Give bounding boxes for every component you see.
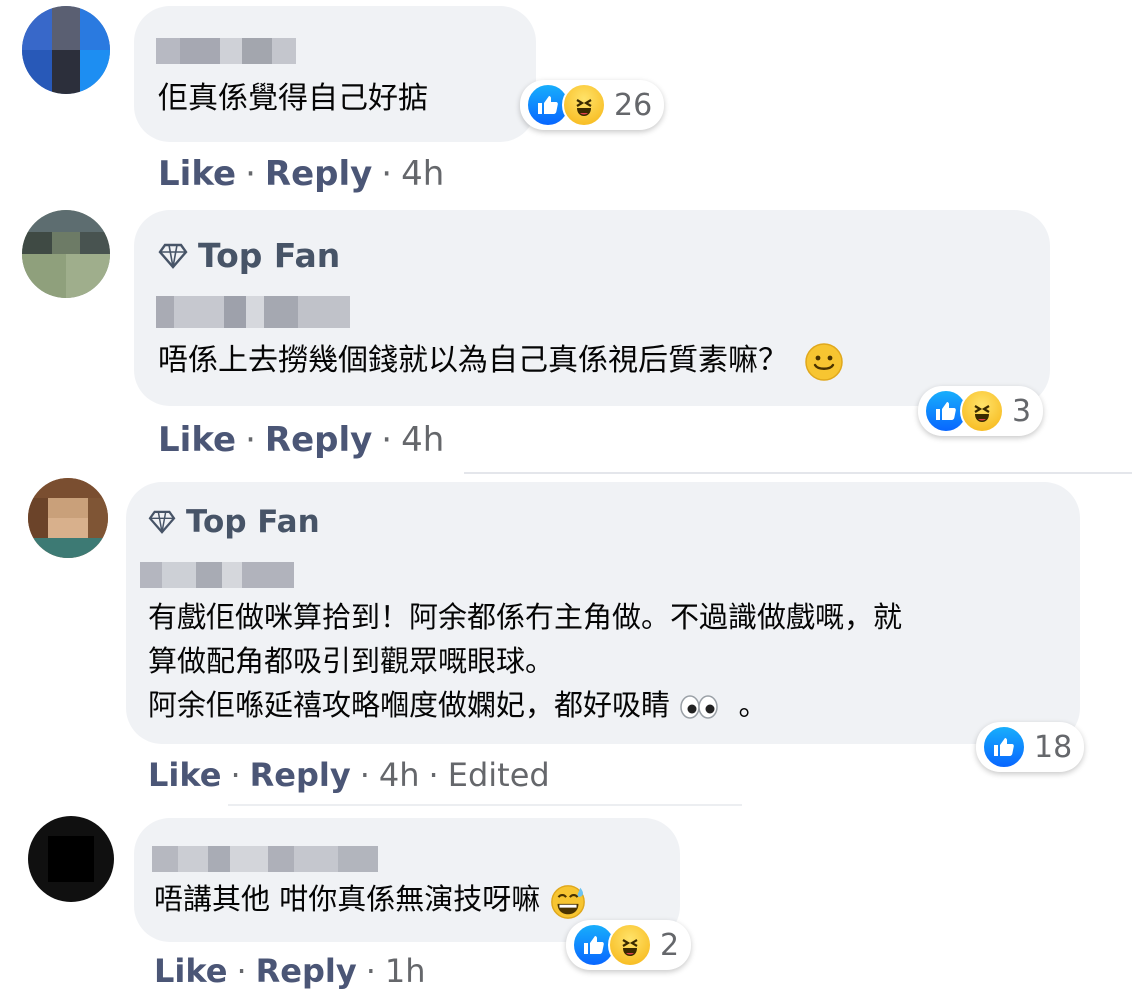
avatar-pixel — [80, 6, 110, 50]
sweat-smile-emoji — [551, 885, 586, 919]
avatar[interactable] — [22, 6, 110, 94]
separator: · — [359, 756, 370, 794]
avatar-pixel — [28, 478, 108, 498]
comment-actions: Like · Reply · 4h — [158, 154, 444, 194]
top-fan-label: Top Fan — [198, 236, 341, 275]
reaction-count: 2 — [660, 927, 680, 963]
reaction-summary[interactable]: 2 — [566, 920, 692, 970]
haha-icon — [562, 83, 606, 127]
separator: · — [381, 154, 393, 194]
like-link[interactable]: Like — [148, 756, 221, 794]
blurred-author-name[interactable] — [152, 846, 378, 872]
avatar-pixel — [80, 232, 110, 254]
avatar-pixel — [88, 498, 108, 538]
reply-link[interactable]: Reply — [265, 154, 372, 194]
avatar-pixel — [48, 498, 88, 518]
comment-actions: Like · Reply · 1h — [154, 952, 426, 990]
avatar-pixel — [22, 232, 52, 254]
comment-text-line-3: 阿余佢喺延禧攻略嗰度做嫻妃，都好吸睛 。 — [148, 684, 767, 726]
timestamp[interactable]: 1h — [385, 952, 426, 990]
separator: · — [230, 756, 241, 794]
reaction-summary[interactable]: 18 — [976, 722, 1085, 772]
section-divider — [464, 472, 1132, 474]
reaction-summary[interactable]: 3 — [918, 386, 1044, 436]
separator: · — [245, 154, 256, 194]
reaction-count: 26 — [614, 87, 653, 123]
comment-text-line-2: 算做配角都吸引到觀眾嘅眼球。 — [148, 644, 555, 678]
like-link[interactable]: Like — [154, 952, 227, 990]
blurred-author-name[interactable] — [156, 296, 350, 328]
avatar-pixel — [52, 6, 80, 50]
comment-text-end: 。 — [738, 688, 768, 722]
like-link[interactable]: Like — [158, 154, 236, 194]
top-fan-badge[interactable]: Top Fan — [158, 236, 340, 275]
haha-icon — [608, 923, 652, 967]
reaction-summary[interactable]: 26 — [520, 80, 665, 130]
comment-text-body: 唔講其他 咁你真係無演技呀嘛 — [154, 882, 541, 916]
comment-actions: Like · Reply · 4h · Edited — [148, 756, 550, 794]
top-fan-label: Top Fan — [186, 504, 320, 540]
avatar[interactable] — [28, 478, 108, 558]
avatar-pixel — [28, 538, 108, 558]
avatar-pixel — [66, 254, 110, 298]
diamond-icon — [148, 510, 176, 534]
top-fan-badge[interactable]: Top Fan — [148, 504, 320, 540]
avatar-pixel — [22, 6, 52, 50]
reply-link[interactable]: Reply — [256, 952, 357, 990]
like-icon — [982, 725, 1026, 769]
comment-text: 唔係上去撈幾個錢就以為自己真係視后質素嘛？ — [158, 340, 844, 382]
comment-text: 佢真係覺得自己好掂 — [158, 81, 428, 116]
timestamp[interactable]: 4h — [401, 420, 444, 460]
like-link[interactable]: Like — [158, 420, 236, 460]
avatar[interactable] — [22, 210, 110, 298]
reply-link[interactable]: Reply — [250, 756, 351, 794]
blurred-author-name[interactable] — [140, 562, 294, 588]
timestamp[interactable]: 4h — [379, 756, 420, 794]
separator: · — [245, 420, 256, 460]
avatar[interactable] — [28, 816, 114, 902]
avatar-pixel — [48, 836, 94, 882]
separator: · — [365, 952, 376, 990]
timestamp[interactable]: 4h — [401, 154, 444, 194]
avatar-pixel — [22, 210, 110, 232]
separator: · — [428, 756, 439, 794]
avatar-pixel — [52, 50, 80, 94]
comment-text: 唔講其他 咁你真係無演技呀嘛 — [154, 878, 587, 920]
eyes-emoji — [680, 695, 718, 719]
separator: · — [381, 420, 393, 460]
smile-emoji — [804, 342, 843, 381]
reaction-count: 3 — [1012, 393, 1032, 429]
comment-text-body: 阿余佢喺延禧攻略嗰度做嫻妃，都好吸睛 — [148, 688, 671, 722]
comment-text-line-1: 有戲佢做咪算拾到！阿余都係冇主角做。不過識做戲嘅，就 — [148, 600, 903, 634]
avatar-pixel — [48, 518, 88, 538]
edited-label[interactable]: Edited — [448, 756, 550, 794]
comment-bubble — [134, 6, 536, 142]
section-divider — [228, 804, 742, 806]
reply-link[interactable]: Reply — [265, 420, 372, 460]
avatar-pixel — [80, 50, 110, 94]
blurred-author-name[interactable] — [156, 38, 296, 64]
avatar-pixel — [28, 498, 48, 538]
reaction-count: 18 — [1034, 729, 1073, 765]
avatar-pixel — [22, 254, 66, 298]
comment-actions: Like · Reply · 4h — [158, 420, 444, 460]
diamond-icon — [158, 243, 188, 269]
comment-text-body: 唔係上去撈幾個錢就以為自己真係視后質素嘛？ — [158, 343, 788, 378]
haha-icon — [960, 389, 1004, 433]
comment-1: 佢真係覺得自己好掂 26 Like · Reply · 4h — [0, 0, 1132, 205]
avatar-pixel — [22, 50, 52, 94]
separator: · — [236, 952, 247, 990]
avatar-pixel — [52, 232, 80, 254]
